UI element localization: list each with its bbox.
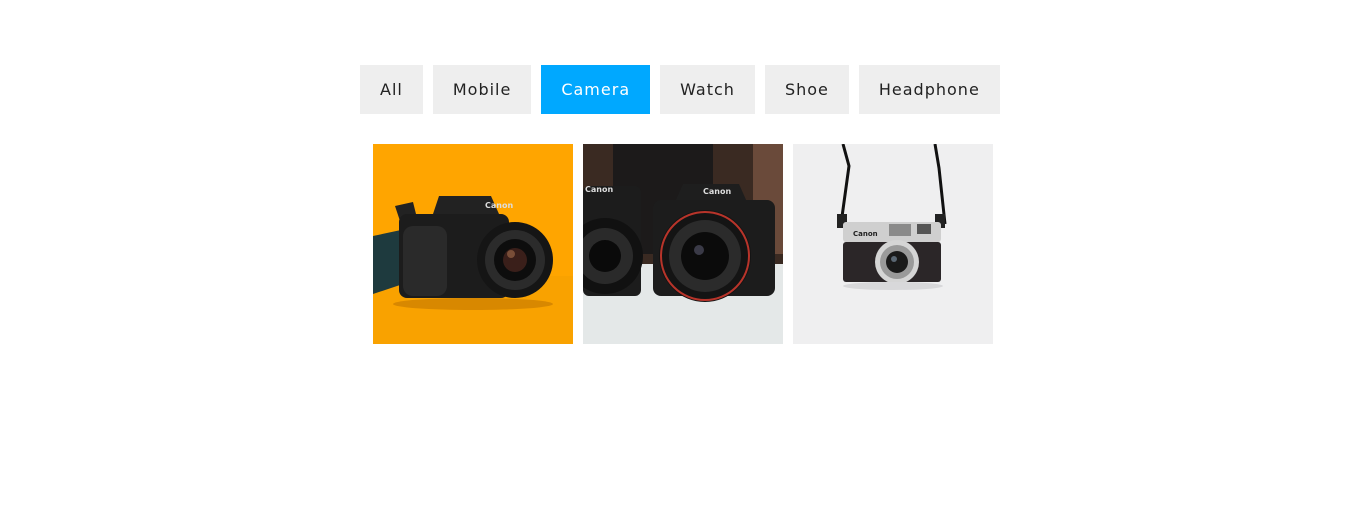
gallery-item-camera-white[interactable]: Canon <box>793 144 993 344</box>
filter-all-button[interactable]: All <box>360 65 423 114</box>
filter-watch-button[interactable]: Watch <box>660 65 755 114</box>
brand-label-1: Canon <box>485 201 513 210</box>
filter-headphone-button[interactable]: Headphone <box>858 65 1000 114</box>
gallery-grid: Canon Canon Canon Canon <box>373 144 993 344</box>
filter-bar: All Mobile Camera Watch Shoe Headphone <box>360 65 1000 114</box>
brand-label-2b: Canon <box>703 187 731 196</box>
gallery-item-camera-pair[interactable]: Canon Canon <box>583 144 783 344</box>
dslr-cameras-pair-photo: Canon Canon <box>583 144 783 344</box>
filter-mobile-button[interactable]: Mobile <box>432 65 532 114</box>
dslr-camera-photo: Canon <box>373 144 573 344</box>
gallery-item-camera-orange[interactable]: Canon <box>373 144 573 344</box>
rangefinder-camera-photo: Canon <box>793 144 993 344</box>
filter-shoe-button[interactable]: Shoe <box>764 65 849 114</box>
brand-label-2a: Canon <box>585 185 613 194</box>
brand-label-3: Canon <box>853 230 878 238</box>
filter-camera-button[interactable]: Camera <box>541 65 651 114</box>
